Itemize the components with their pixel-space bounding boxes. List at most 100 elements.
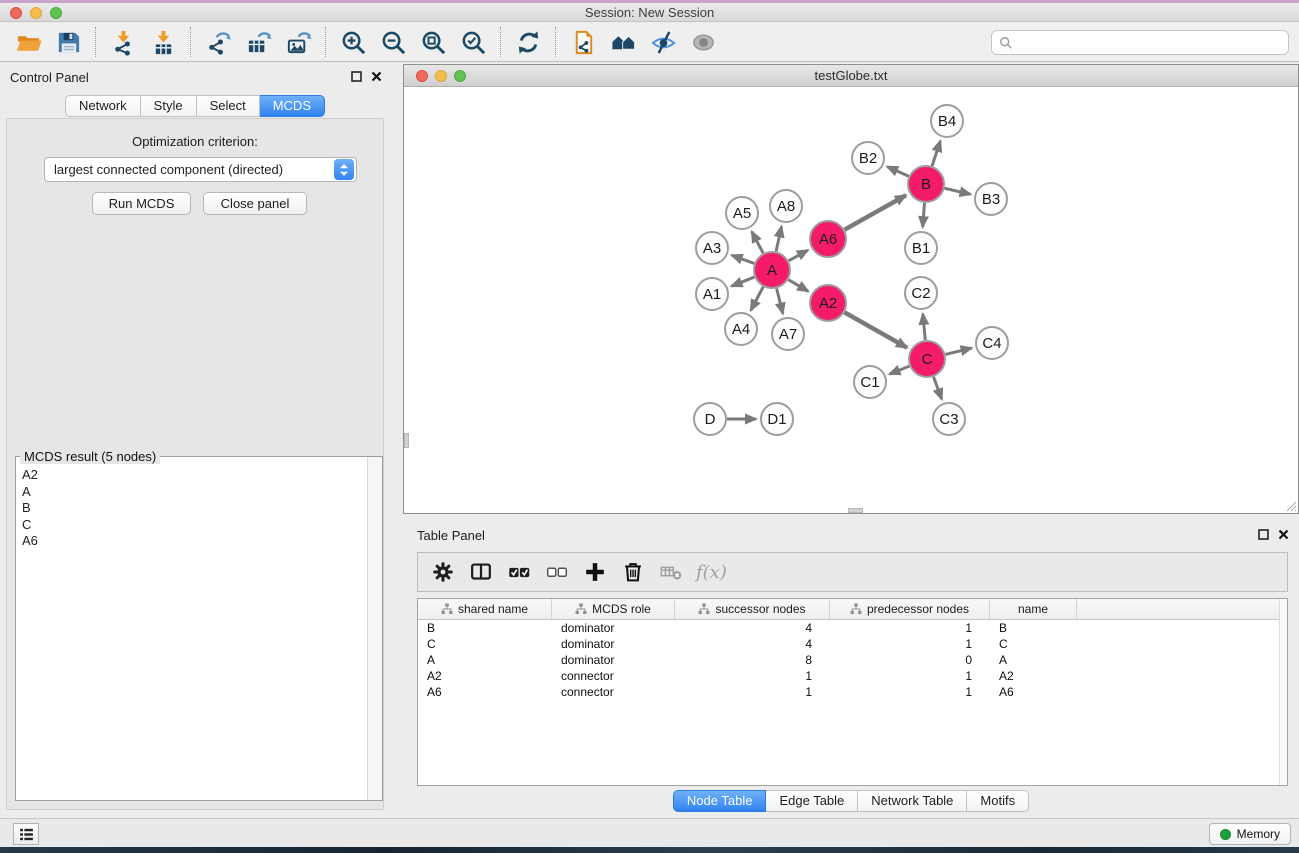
tab-mcds[interactable]: MCDS [260, 95, 325, 117]
mcds-result-item[interactable]: A6 [22, 533, 367, 550]
run-mcds-button[interactable]: Run MCDS [92, 192, 191, 215]
edge-B-B1[interactable] [923, 203, 925, 227]
home-button[interactable] [603, 25, 643, 59]
table-cell[interactable]: 1 [830, 684, 990, 700]
hide-all-columns-button[interactable] [540, 556, 574, 588]
table-row[interactable]: A2connector11A2 [418, 668, 1287, 684]
table-cell[interactable]: C [418, 636, 552, 652]
graph-node-B4[interactable]: B4 [931, 105, 963, 137]
tab-network-table[interactable]: Network Table [858, 790, 967, 812]
graph-node-A3[interactable]: A3 [696, 232, 728, 264]
network-maximize-button[interactable] [454, 70, 466, 82]
tab-select[interactable]: Select [197, 95, 260, 117]
table-row[interactable]: A6connector11A6 [418, 684, 1287, 700]
table-cell[interactable]: 1 [830, 620, 990, 636]
graph-node-C2[interactable]: C2 [905, 277, 937, 309]
table-cell[interactable]: 0 [830, 652, 990, 668]
table-settings-button[interactable] [426, 556, 460, 588]
table-row[interactable]: Cdominator41C [418, 636, 1287, 652]
table-row[interactable]: Adominator80A [418, 652, 1287, 668]
edge-C-C1[interactable] [889, 366, 909, 374]
edge-A2-C[interactable] [845, 312, 907, 347]
graph-node-C1[interactable]: C1 [854, 366, 886, 398]
float-panel-icon[interactable] [351, 71, 362, 82]
table-cell[interactable]: dominator [552, 620, 675, 636]
table-cell[interactable]: 8 [675, 652, 830, 668]
edge-C-C4[interactable] [945, 348, 971, 354]
table-scrollbar[interactable] [1279, 599, 1287, 785]
tab-network[interactable]: Network [65, 95, 141, 117]
mcds-result-item[interactable]: A [22, 484, 367, 501]
graph-node-C[interactable]: C [909, 341, 945, 377]
import-table-button[interactable] [143, 25, 183, 59]
mcds-result-item[interactable]: A2 [22, 467, 367, 484]
graph-node-A2[interactable]: A2 [810, 285, 846, 321]
show-graphics-details-button[interactable] [683, 25, 723, 59]
graph-node-A5[interactable]: A5 [726, 197, 758, 229]
graph-node-B3[interactable]: B3 [975, 183, 1007, 215]
edge-A-A1[interactable] [731, 277, 754, 286]
open-session-button[interactable] [8, 25, 48, 59]
float-panel-icon[interactable] [1258, 529, 1269, 540]
table-cell[interactable]: A2 [418, 668, 552, 684]
edge-A-A5[interactable] [752, 232, 763, 254]
table-cell[interactable]: A [990, 652, 1077, 668]
edge-A-A8[interactable] [776, 227, 781, 252]
table-cell[interactable]: 1 [830, 636, 990, 652]
column-header-successor-nodes[interactable]: successor nodes [675, 599, 830, 619]
table-cell[interactable]: A [418, 652, 552, 668]
graph-node-A7[interactable]: A7 [772, 318, 804, 350]
close-panel-icon[interactable] [371, 71, 382, 82]
table-cell[interactable]: 1 [675, 668, 830, 684]
zoom-in-button[interactable] [333, 25, 373, 59]
export-network-button[interactable] [198, 25, 238, 59]
edge-A6-B[interactable] [845, 195, 906, 229]
criterion-select[interactable]: largest connected component (directed) [44, 157, 357, 182]
import-network-button[interactable] [103, 25, 143, 59]
split-table-view-button[interactable] [464, 556, 498, 588]
session-search-box[interactable] [991, 30, 1289, 55]
column-header-name[interactable]: name [990, 599, 1077, 619]
close-panel-button[interactable]: Close panel [203, 192, 307, 215]
mcds-result-item[interactable]: C [22, 517, 367, 534]
zoom-out-button[interactable] [373, 25, 413, 59]
table-cell[interactable]: 1 [675, 684, 830, 700]
edge-A-A6[interactable] [789, 250, 808, 261]
tab-style[interactable]: Style [141, 95, 197, 117]
column-header-mcds-role[interactable]: MCDS role [552, 599, 675, 619]
graph-node-D1[interactable]: D1 [761, 403, 793, 435]
edge-A-A2[interactable] [788, 280, 808, 292]
graph-node-D[interactable]: D [694, 403, 726, 435]
table-cell[interactable]: A6 [990, 684, 1077, 700]
graph-node-A6[interactable]: A6 [810, 221, 846, 257]
zoom-selected-button[interactable] [453, 25, 493, 59]
graph-node-B1[interactable]: B1 [905, 232, 937, 264]
table-cell[interactable]: dominator [552, 636, 675, 652]
close-window-button[interactable] [10, 7, 22, 19]
network-canvas[interactable]: B4B2BB3A8A5A6A3B1AA1C2A2A4A7C4CC1DD1C3 [404, 87, 1298, 513]
tab-motifs[interactable]: Motifs [967, 790, 1029, 812]
network-minimize-button[interactable] [435, 70, 447, 82]
close-panel-icon[interactable] [1278, 529, 1289, 540]
graph-node-C4[interactable]: C4 [976, 327, 1008, 359]
edge-B-B3[interactable] [945, 188, 971, 194]
minimize-window-button[interactable] [30, 7, 42, 19]
export-image-button[interactable] [278, 25, 318, 59]
show-all-columns-button[interactable] [502, 556, 536, 588]
graph-node-C3[interactable]: C3 [933, 403, 965, 435]
table-cell[interactable]: B [418, 620, 552, 636]
edge-B-B4[interactable] [932, 141, 940, 166]
graph-node-B[interactable]: B [908, 166, 944, 202]
graph-node-A1[interactable]: A1 [696, 278, 728, 310]
network-close-button[interactable] [416, 70, 428, 82]
search-input[interactable] [1018, 36, 1281, 50]
edge-B-B2[interactable] [887, 167, 908, 177]
graph-node-B2[interactable]: B2 [852, 142, 884, 174]
table-cell[interactable]: connector [552, 684, 675, 700]
table-cell[interactable]: B [990, 620, 1077, 636]
graph-node-A8[interactable]: A8 [770, 190, 802, 222]
tab-edge-table[interactable]: Edge Table [766, 790, 858, 812]
maximize-window-button[interactable] [50, 7, 62, 19]
graph-node-A4[interactable]: A4 [725, 313, 757, 345]
hide-graphics-details-button[interactable] [643, 25, 683, 59]
